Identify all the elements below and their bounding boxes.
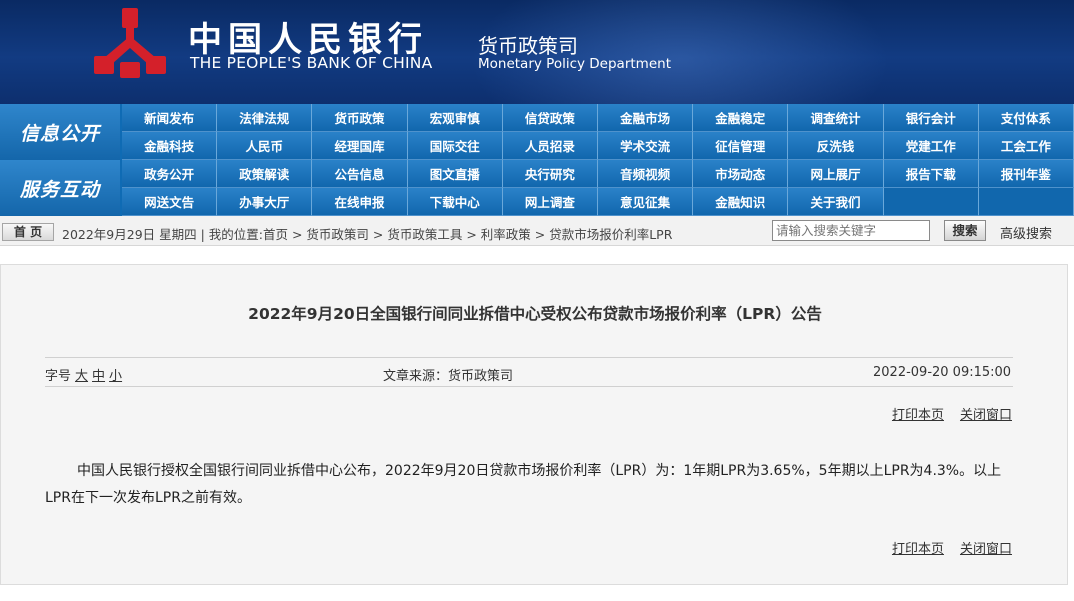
department-name-cn: 货币政策司 [478,34,578,58]
nav-item[interactable]: 经理国库 [312,132,408,160]
nav-item[interactable]: 法律法规 [217,104,313,132]
close-window-link[interactable]: 关闭窗口 [960,408,1012,423]
nav-item[interactable]: 金融稳定 [693,104,789,132]
nav-item[interactable]: 政策解读 [217,160,313,188]
font-size-control: 字号大中小 [45,365,122,384]
nav-item[interactable]: 党建工作 [883,132,979,160]
nav-item[interactable]: 人员招录 [502,132,598,160]
meta-divider-top [45,357,1013,358]
nav-item[interactable]: 公告信息 [312,160,408,188]
nav-item[interactable]: 工会工作 [978,132,1074,160]
search-input[interactable] [772,220,930,241]
advanced-search-link[interactable]: 高级搜索 [1000,223,1052,242]
print-page-link[interactable]: 打印本页 [892,408,944,423]
nav-item[interactable]: 报告下载 [883,160,979,188]
nav-item[interactable]: 金融市场 [597,104,694,132]
nav-item[interactable]: 学术交流 [597,132,694,160]
nav-item[interactable]: 关于我们 [788,188,884,216]
font-size-large[interactable]: 大 [75,369,88,384]
nav-item[interactable]: 网上展厅 [788,160,884,188]
bank-name-en: THE PEOPLE'S BANK OF CHINA [190,54,433,72]
print-page-link[interactable]: 打印本页 [892,542,944,557]
nav-item[interactable]: 网送文告 [122,188,218,216]
nav-item[interactable]: 金融科技 [122,132,218,160]
search-button[interactable]: 搜索 [944,220,986,241]
close-window-link[interactable]: 关闭窗口 [960,542,1012,557]
nav-section-service-interaction[interactable]: 服务互动 [0,160,120,216]
nav-item[interactable]: 央行研究 [502,160,598,188]
nav-item[interactable]: 市场动态 [693,160,789,188]
breadcrumb-bar: 首 页 2022年9月29日 星期四 | 我的位置:首页 > 货币政策司 > 货… [0,216,1074,246]
article-title: 2022年9月20日全国银行间同业拆借中心受权公布贷款市场报价利率（LPR）公告 [248,305,822,323]
nav-item[interactable]: 报刊年鉴 [978,160,1074,188]
nav-item[interactable]: 新闻发布 [122,104,218,132]
header-banner: 中国人民银行 THE PEOPLE'S BANK OF CHINA 货币政策司 … [0,0,1074,104]
font-size-label: 字号 [45,369,72,384]
home-button[interactable]: 首 页 [2,223,54,241]
font-size-medium[interactable]: 中 [92,369,105,384]
nav-item[interactable]: 图文直播 [407,160,503,188]
nav-item[interactable]: 国际交往 [407,132,503,160]
article-actions-top: 打印本页 关闭窗口 [876,404,1012,423]
article-actions-bottom: 打印本页 关闭窗口 [876,538,1012,557]
nav-section-info-disclosure[interactable]: 信息公开 [0,104,120,160]
nav-item[interactable]: 反洗钱 [788,132,884,160]
pboc-logo-icon[interactable] [90,6,170,82]
nav-item[interactable]: 意见征集 [597,188,694,216]
department-name-en: Monetary Policy Department [478,56,671,72]
breadcrumb: 2022年9月29日 星期四 | 我的位置:首页 > 货币政策司 > 货币政策工… [62,227,673,242]
nav-menu-grid: 新闻发布 法律法规 货币政策 宏观审慎 信贷政策 金融市场 金融稳定 调查统计 银行会计 支付体系… [122,104,1074,216]
nav-item[interactable]: 网上调查 [502,188,598,216]
nav-item[interactable]: 征信管理 [693,132,789,160]
nav-item[interactable]: 调查统计 [788,104,884,132]
nav-item[interactable]: 下载中心 [407,188,503,216]
article-body: 中国人民银行授权全国银行间同业拆借中心公布，2022年9月20日贷款市场报价利率… [45,463,1002,506]
article-panel: 2022年9月20日全国银行间同业拆借中心受权公布贷款市场报价利率（LPR）公告… [0,264,1068,585]
nav-item[interactable]: 银行会计 [883,104,979,132]
font-size-small[interactable]: 小 [109,369,122,384]
nav-item [883,188,979,216]
nav-item[interactable]: 金融知识 [693,188,789,216]
nav-item[interactable]: 人民币 [217,132,313,160]
nav-item[interactable]: 在线申报 [312,188,408,216]
meta-divider-bottom [45,386,1013,387]
article-source: 文章来源：货币政策司 [383,369,514,384]
main-navigation: 信息公开 服务互动 新闻发布 法律法规 货币政策 宏观审慎 信贷政策 金融市场 金融稳定 调查… [0,104,1074,216]
nav-item[interactable]: 办事大厅 [217,188,313,216]
nav-item[interactable]: 音频视频 [597,160,694,188]
nav-item[interactable]: 宏观审慎 [407,104,503,132]
nav-item [978,188,1074,216]
nav-item[interactable]: 信贷政策 [502,104,598,132]
nav-item[interactable]: 支付体系 [978,104,1074,132]
nav-item[interactable]: 货币政策 [312,104,408,132]
article-date: 2022-09-20 09:15:00 [873,365,1012,380]
nav-item[interactable]: 政务公开 [122,160,218,188]
